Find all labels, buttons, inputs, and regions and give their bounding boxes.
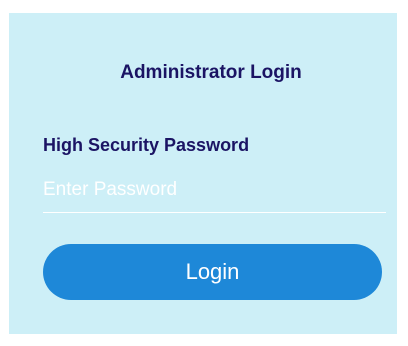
password-label: High Security Password [43,135,250,155]
login-panel: Administrator Login High Security Passwo… [9,13,397,334]
password-input[interactable] [43,173,386,213]
login-title: Administrator Login [120,62,302,83]
login-button[interactable]: Login [43,244,382,300]
